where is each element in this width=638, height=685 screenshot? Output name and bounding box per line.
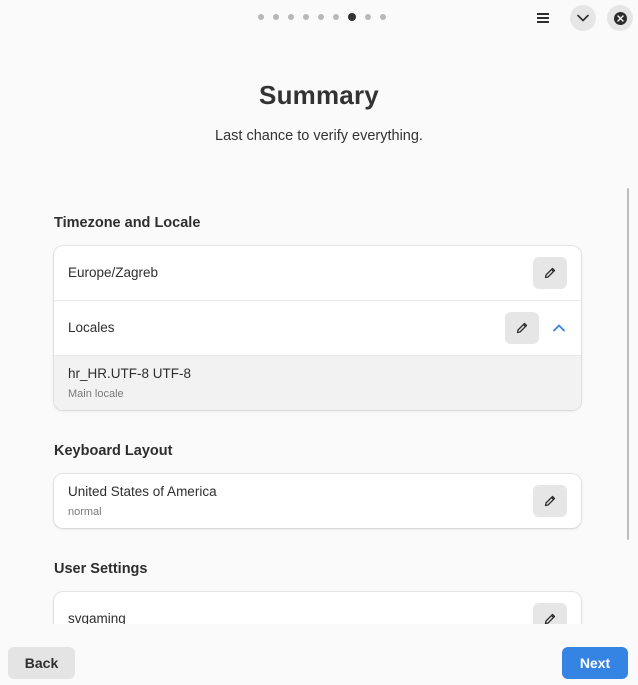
edit-locales-button[interactable] — [505, 312, 539, 344]
edit-user-button[interactable] — [533, 603, 567, 624]
page-subtitle: Last chance to verify everything. — [215, 128, 423, 144]
page-title: Summary — [259, 80, 379, 110]
main-locale-value: hr_HR.UTF-8 UTF-8 — [68, 366, 192, 381]
pencil-icon — [544, 495, 556, 507]
keyboard-row: United States of America normal — [54, 474, 581, 528]
next-button[interactable]: Next — [562, 647, 628, 679]
main-locale-row: hr_HR.UTF-8 UTF-8 Main locale — [54, 356, 581, 410]
back-button[interactable]: Back — [8, 647, 75, 679]
edit-keyboard-button[interactable] — [533, 485, 567, 517]
collapse-locales-button[interactable] — [546, 315, 572, 341]
locales-row[interactable]: Locales — [54, 301, 581, 356]
locales-label: Locales — [68, 320, 115, 335]
pencil-icon — [516, 322, 528, 334]
timezone-card: Europe/Zagreb Locales hr_HR.UTF-8 UTF-8 … — [54, 246, 581, 410]
pencil-icon — [544, 267, 556, 279]
scroll-content[interactable]: Summary Last chance to verify everything… — [0, 0, 638, 624]
keyboard-variant: normal — [68, 506, 102, 518]
keyboard-card: United States of America normal — [54, 474, 581, 528]
keyboard-layout-value: United States of America — [68, 484, 217, 499]
timezone-row: Europe/Zagreb — [54, 246, 581, 301]
scrollbar[interactable] — [627, 188, 629, 540]
footer-bar — [0, 624, 638, 685]
username-value: svgaming — [68, 611, 126, 624]
chevron-up-icon — [553, 324, 565, 332]
main-locale-caption: Main locale — [68, 388, 124, 400]
user-card: svgaming — [54, 592, 581, 624]
section-title-timezone: Timezone and Locale — [54, 215, 201, 231]
section-title-user: User Settings — [54, 561, 148, 577]
section-title-keyboard: Keyboard Layout — [54, 443, 173, 459]
edit-timezone-button[interactable] — [533, 257, 567, 289]
user-row: svgaming — [54, 592, 581, 624]
timezone-value: Europe/Zagreb — [68, 265, 159, 280]
pencil-icon — [544, 613, 556, 624]
